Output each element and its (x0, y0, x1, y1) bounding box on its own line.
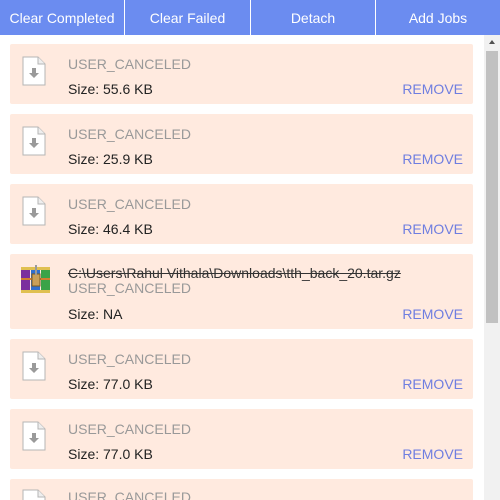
remove-button[interactable]: REMOVE (402, 446, 463, 462)
scroll-up-arrow-icon[interactable] (484, 35, 500, 49)
download-status: USER_CANCELED (68, 421, 191, 437)
file-download-icon (22, 421, 46, 451)
winrar-archive-icon (21, 265, 50, 293)
download-status: USER_CANCELED (68, 280, 191, 296)
remove-button[interactable]: REMOVE (402, 306, 463, 322)
clear-completed-button[interactable]: Clear Completed (0, 0, 125, 35)
remove-button[interactable]: REMOVE (402, 221, 463, 237)
download-item: USER_CANCELED Size: 25.9 KB REMOVE (10, 114, 473, 174)
detach-button[interactable]: Detach (251, 0, 376, 35)
file-download-icon (22, 196, 46, 226)
download-item: USER_CANCELED (10, 479, 473, 500)
download-size: Size: 77.0 KB (68, 376, 153, 392)
download-item: USER_CANCELED Size: 77.0 KB REMOVE (10, 339, 473, 399)
download-size: Size: NA (68, 306, 123, 322)
download-item: USER_CANCELED Size: 77.0 KB REMOVE (10, 409, 473, 469)
toolbar: Clear Completed Clear Failed Detach Add … (0, 0, 500, 35)
file-download-icon (22, 56, 46, 86)
file-download-icon (22, 489, 46, 500)
download-list: USER_CANCELED Size: 55.6 KB REMOVE USER_… (0, 35, 484, 500)
download-size: Size: 46.4 KB (68, 221, 153, 237)
file-download-icon (22, 126, 46, 156)
clear-failed-button[interactable]: Clear Failed (125, 0, 251, 35)
scrollbar-thumb[interactable] (486, 51, 498, 323)
download-size: Size: 25.9 KB (68, 151, 153, 167)
file-download-icon (22, 351, 46, 381)
download-status: USER_CANCELED (68, 56, 191, 72)
download-size: Size: 77.0 KB (68, 446, 153, 462)
remove-button[interactable]: REMOVE (402, 376, 463, 392)
download-status: USER_CANCELED (68, 489, 191, 500)
remove-button[interactable]: REMOVE (402, 81, 463, 97)
download-item: USER_CANCELED Size: 46.4 KB REMOVE (10, 184, 473, 244)
download-file-path[interactable]: C:\Users\Rahul Vithala\Downloads\tth_bac… (68, 265, 401, 281)
download-status: USER_CANCELED (68, 126, 191, 142)
download-size: Size: 55.6 KB (68, 81, 153, 97)
scrollbar[interactable] (484, 35, 500, 500)
remove-button[interactable]: REMOVE (402, 151, 463, 167)
download-item: USER_CANCELED Size: 55.6 KB REMOVE (10, 44, 473, 104)
add-jobs-button[interactable]: Add Jobs (376, 0, 500, 35)
download-status: USER_CANCELED (68, 351, 191, 367)
download-item: C:\Users\Rahul Vithala\Downloads\tth_bac… (10, 254, 473, 329)
download-status: USER_CANCELED (68, 196, 191, 212)
